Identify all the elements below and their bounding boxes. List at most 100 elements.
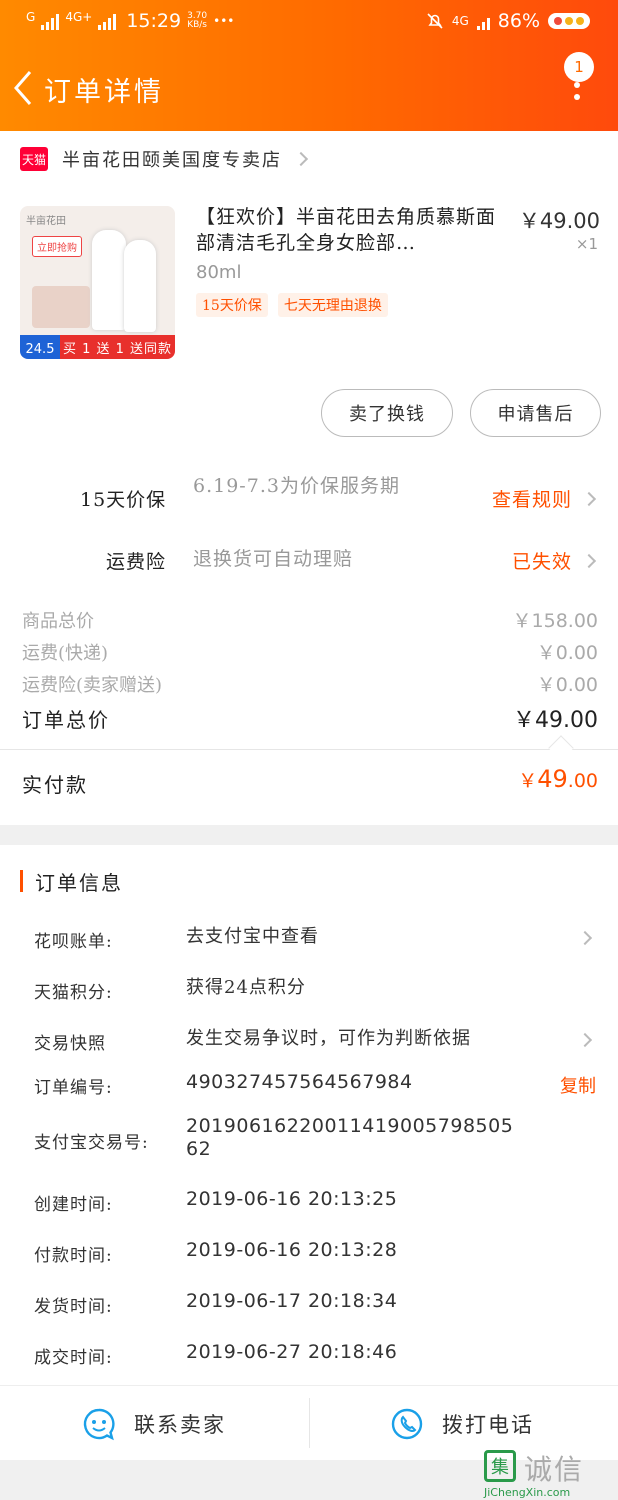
thumb-bottle-2 <box>124 240 156 332</box>
snapshot-label: 交易快照 <box>34 1034 106 1054</box>
tag-price-protect: 15天价保 <box>196 293 268 317</box>
thumb-skin-image <box>32 286 90 328</box>
tag-free-return: 七天无理由退换 <box>277 293 388 317</box>
completed-time-value: 2019-06-27 20:18:46 <box>186 1341 398 1363</box>
product-spec: 80ml <box>196 262 242 283</box>
tmall-points-label: 天猫积分: <box>34 983 113 1003</box>
signal-icon-3 <box>476 12 490 30</box>
product-tags: 15天价保 七天无理由退换 <box>196 293 388 317</box>
more-dots-icon <box>574 82 582 106</box>
paid-label: 实付款 <box>22 773 88 797</box>
network-type-g: G <box>26 10 36 24</box>
contact-seller-button[interactable]: 联系卖家 <box>82 1386 226 1461</box>
paid-decimal: .00 <box>567 770 598 792</box>
goods-total-value: ￥158.00 <box>512 610 598 632</box>
page-title: 订单详情 <box>44 77 164 108</box>
price-protect-label: 15天价保 <box>80 489 167 511</box>
insurance-status-link[interactable]: 已失效 <box>511 547 597 574</box>
chevron-right-icon[interactable] <box>577 930 593 946</box>
huabei-label: 花呗账单: <box>34 932 113 952</box>
thumb-bottle <box>92 230 126 330</box>
chevron-right-icon <box>581 491 597 506</box>
insurance-status: 已失效 <box>511 551 572 573</box>
chat-bubble-icon <box>83 1408 115 1440</box>
order-detail-page: G 4G+ 15:29 3.70KB/s ••• 4G 86% 订单详情 1 <box>0 0 618 1500</box>
view-rules-link[interactable]: 查看规则 <box>491 485 597 512</box>
shipping-fee-label: 运费(快递) <box>22 643 109 664</box>
shipped-time-label: 发货时间: <box>34 1297 113 1317</box>
status-bar: G 4G+ 15:29 3.70 KB/s ••• 4G 86% <box>0 10 618 38</box>
more-notifications-icon: ••• <box>213 14 235 28</box>
clock: 15:29 <box>126 10 182 32</box>
contact-seller-label: 联系卖家 <box>134 1412 226 1437</box>
order-info-heading: 订单信息 <box>20 869 123 895</box>
order-number-label: 订单编号: <box>34 1078 113 1098</box>
thumb-grab-label: 立即抢购 <box>32 236 82 257</box>
mute-bell-icon <box>427 13 443 29</box>
copy-button[interactable]: 复制 <box>560 1072 596 1098</box>
divider <box>309 1398 310 1448</box>
paid-integer: 49 <box>537 765 568 793</box>
goods-total-label: 商品总价 <box>22 611 94 632</box>
order-total-value: ￥49.00 <box>513 708 598 733</box>
header: G 4G+ 15:29 3.70 KB/s ••• 4G 86% 订单详情 1 <box>0 0 618 131</box>
product-price: ￥49.00 <box>518 209 600 233</box>
created-time-value: 2019-06-16 20:13:25 <box>186 1188 398 1210</box>
network-type-4g-plus: 4G+ <box>65 10 93 24</box>
order-info-title: 订单信息 <box>35 870 123 895</box>
alipay-trade-value: 2019061622001141900579850562 <box>186 1115 514 1160</box>
thumb-price: 24.5 <box>20 335 60 359</box>
more-menu-button[interactable]: 1 <box>562 52 596 122</box>
back-arrow-icon[interactable] <box>10 68 36 108</box>
product-thumbnail[interactable]: 半亩花田 立即抢购 24.5 买 1 送 1 送同款 <box>20 206 175 359</box>
speed-unit: KB/s <box>187 20 207 30</box>
tmall-badge: 天猫 <box>20 147 48 171</box>
signal-icon-2 <box>98 12 117 30</box>
snapshot-value[interactable]: 发生交易争议时，可作为判断依据 <box>186 1027 471 1051</box>
signal-icon <box>41 12 60 30</box>
paid-time-label: 付款时间: <box>34 1246 113 1266</box>
huabei-value[interactable]: 去支付宝中查看 <box>186 925 319 949</box>
watermark-url: JiChengXin.com <box>484 1486 571 1499</box>
view-rules-label: 查看规则 <box>491 489 572 511</box>
created-time-label: 创建时间: <box>34 1195 113 1215</box>
battery-icon <box>548 13 590 29</box>
watermark-text: 诚信 <box>524 1453 585 1486</box>
paid-time-value: 2019-06-16 20:13:28 <box>186 1239 398 1261</box>
network-type-4g: 4G <box>451 14 469 28</box>
chevron-right-icon <box>293 151 309 167</box>
after-sale-button[interactable]: 申请售后 <box>470 389 601 437</box>
network-speed: 3.70 KB/s <box>187 12 207 30</box>
order-number-value: 490327457564567984 <box>186 1071 413 1093</box>
chevron-right-icon <box>581 553 597 568</box>
order-info-section: 订单信息 花呗账单: 去支付宝中查看 天猫积分: 获得24点积分 交易快照 发生… <box>0 845 618 1385</box>
store-row[interactable]: 天猫 半亩花田颐美国度专卖店 <box>20 146 309 172</box>
thumb-promo: 买 1 送 1 送同款 <box>60 335 175 359</box>
alipay-trade-label: 支付宝交易号: <box>34 1133 149 1153</box>
thumb-brand: 半亩花田 <box>26 216 66 227</box>
watermark-icon: 集 <box>484 1450 516 1482</box>
phone-icon <box>391 1408 423 1439</box>
paid-currency: ￥ <box>518 770 538 792</box>
shipped-time-value: 2019-06-17 20:18:34 <box>186 1290 398 1312</box>
accent-bar <box>20 870 23 892</box>
completed-time-label: 成交时间: <box>34 1348 113 1368</box>
battery-percent: 86% <box>497 10 540 32</box>
insurance-fee-value: ￥0.00 <box>536 674 598 696</box>
store-name: 半亩花田颐美国度专卖店 <box>62 150 282 171</box>
divider-notch <box>548 735 574 761</box>
paid-amount: ￥49.00 <box>518 765 598 793</box>
insurance-fee-label: 运费险(卖家赠送) <box>22 675 163 696</box>
tmall-points-value: 获得24点积分 <box>186 977 306 998</box>
nav-bar: 订单详情 1 <box>0 52 618 114</box>
price-protect-desc: 6.19-7.3为价保服务期 <box>193 475 400 497</box>
divider <box>0 749 618 750</box>
shipping-fee-value: ￥0.00 <box>536 642 598 664</box>
resell-button[interactable]: 卖了换钱 <box>321 389 453 437</box>
watermark-logo: 集 诚信 JiChengXin.com <box>484 1448 610 1500</box>
product-name[interactable]: 【狂欢价】半亩花田去角质慕斯面部清洁毛孔全身女脸部… <box>196 204 496 256</box>
chevron-right-icon[interactable] <box>577 1032 593 1048</box>
shipping-insurance-label: 运费险 <box>106 551 167 573</box>
product-quantity: ×1 <box>575 235 598 253</box>
order-total-label: 订单总价 <box>22 708 110 732</box>
